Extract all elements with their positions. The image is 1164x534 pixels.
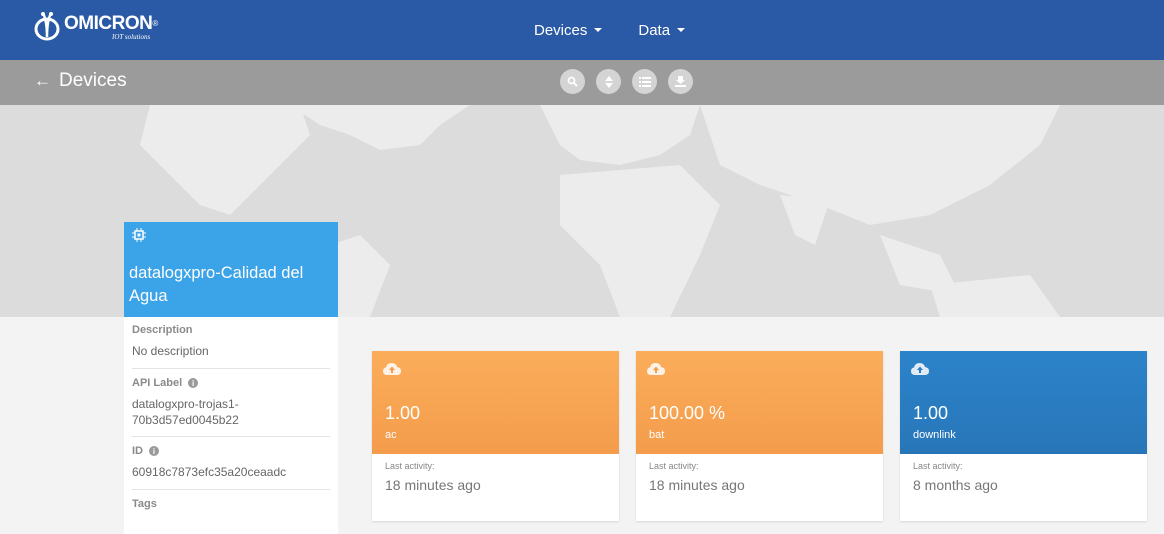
variable-card-downlink[interactable]: 1.00 downlink Last activity: 8 months ag… [900, 351, 1147, 521]
info-icon[interactable]: i [149, 446, 159, 456]
back-to-devices-link[interactable]: ← Devices [34, 70, 127, 92]
description-section: Description No description [132, 317, 330, 369]
tags-label: Tags [132, 498, 157, 510]
api-label-label: API Label [132, 377, 183, 389]
device-card-header: datalogxpro-Calidad del Agua [124, 222, 338, 317]
last-activity-label: Last activity: [385, 461, 435, 471]
variable-card-bat[interactable]: 100.00 % bat Last activity: 18 minutes a… [636, 351, 883, 521]
description-label: Description [132, 324, 193, 336]
device-info-panel: Description No description API Label i d… [124, 317, 338, 534]
variable-name: ac [385, 429, 397, 441]
main-menu: Devices Data [534, 0, 721, 60]
arrow-left-icon: ← [34, 71, 51, 90]
tags-section: Tags [132, 490, 330, 510]
last-activity-label: Last activity: [913, 461, 963, 471]
caret-down-icon [594, 28, 603, 32]
id-section: ID i 60918c7873efc35a20ceaadc [132, 437, 330, 490]
search-button[interactable] [560, 69, 585, 94]
variable-name: downlink [913, 429, 956, 441]
cloud-upload-icon [383, 363, 401, 375]
id-value: 60918c7873efc35a20ceaadc [132, 465, 287, 479]
logo-mark-icon [34, 11, 60, 41]
toolbar-buttons [560, 69, 704, 94]
cloud-upload-icon [647, 363, 665, 375]
variable-card-ac[interactable]: 1.00 ac Last activity: 18 minutes ago [372, 351, 619, 521]
variable-value: 1.00 [385, 403, 421, 423]
cloud-upload-icon [911, 363, 929, 375]
last-activity-label: Last activity: [649, 461, 699, 471]
info-icon[interactable]: i [188, 378, 199, 388]
list-icon [638, 76, 651, 87]
variable-value: 1.00 [913, 403, 949, 423]
menu-data[interactable]: Data [638, 22, 686, 39]
search-icon [567, 76, 578, 87]
last-activity-value: 18 minutes ago [649, 477, 745, 493]
description-value[interactable]: No description [132, 343, 330, 359]
api-label-value[interactable]: datalogxpro-trojas1-70b3d57ed0045b22 [132, 396, 330, 428]
id-label: ID [132, 445, 143, 457]
download-icon [675, 76, 686, 87]
top-navbar: OMICRON® IOT solutions Devices Data [0, 0, 1164, 60]
sort-icon [604, 75, 613, 88]
variable-value: 100.00 % [649, 403, 726, 423]
sub-toolbar: ← Devices [0, 60, 1164, 105]
variable-name: bat [649, 429, 665, 441]
last-activity-value: 8 months ago [913, 477, 998, 493]
menu-devices[interactable]: Devices [534, 22, 603, 39]
list-view-button[interactable] [632, 69, 657, 94]
device-name: datalogxpro-Calidad del Agua [129, 264, 304, 305]
download-button[interactable] [668, 69, 693, 94]
omicron-logo[interactable]: OMICRON® IOT solutions [34, 11, 158, 51]
chip-icon [132, 228, 146, 242]
sort-button[interactable] [596, 69, 621, 94]
caret-down-icon [677, 28, 686, 32]
last-activity-value: 18 minutes ago [385, 477, 481, 493]
api-label-section: API Label i datalogxpro-trojas1-70b3d57e… [132, 369, 330, 437]
